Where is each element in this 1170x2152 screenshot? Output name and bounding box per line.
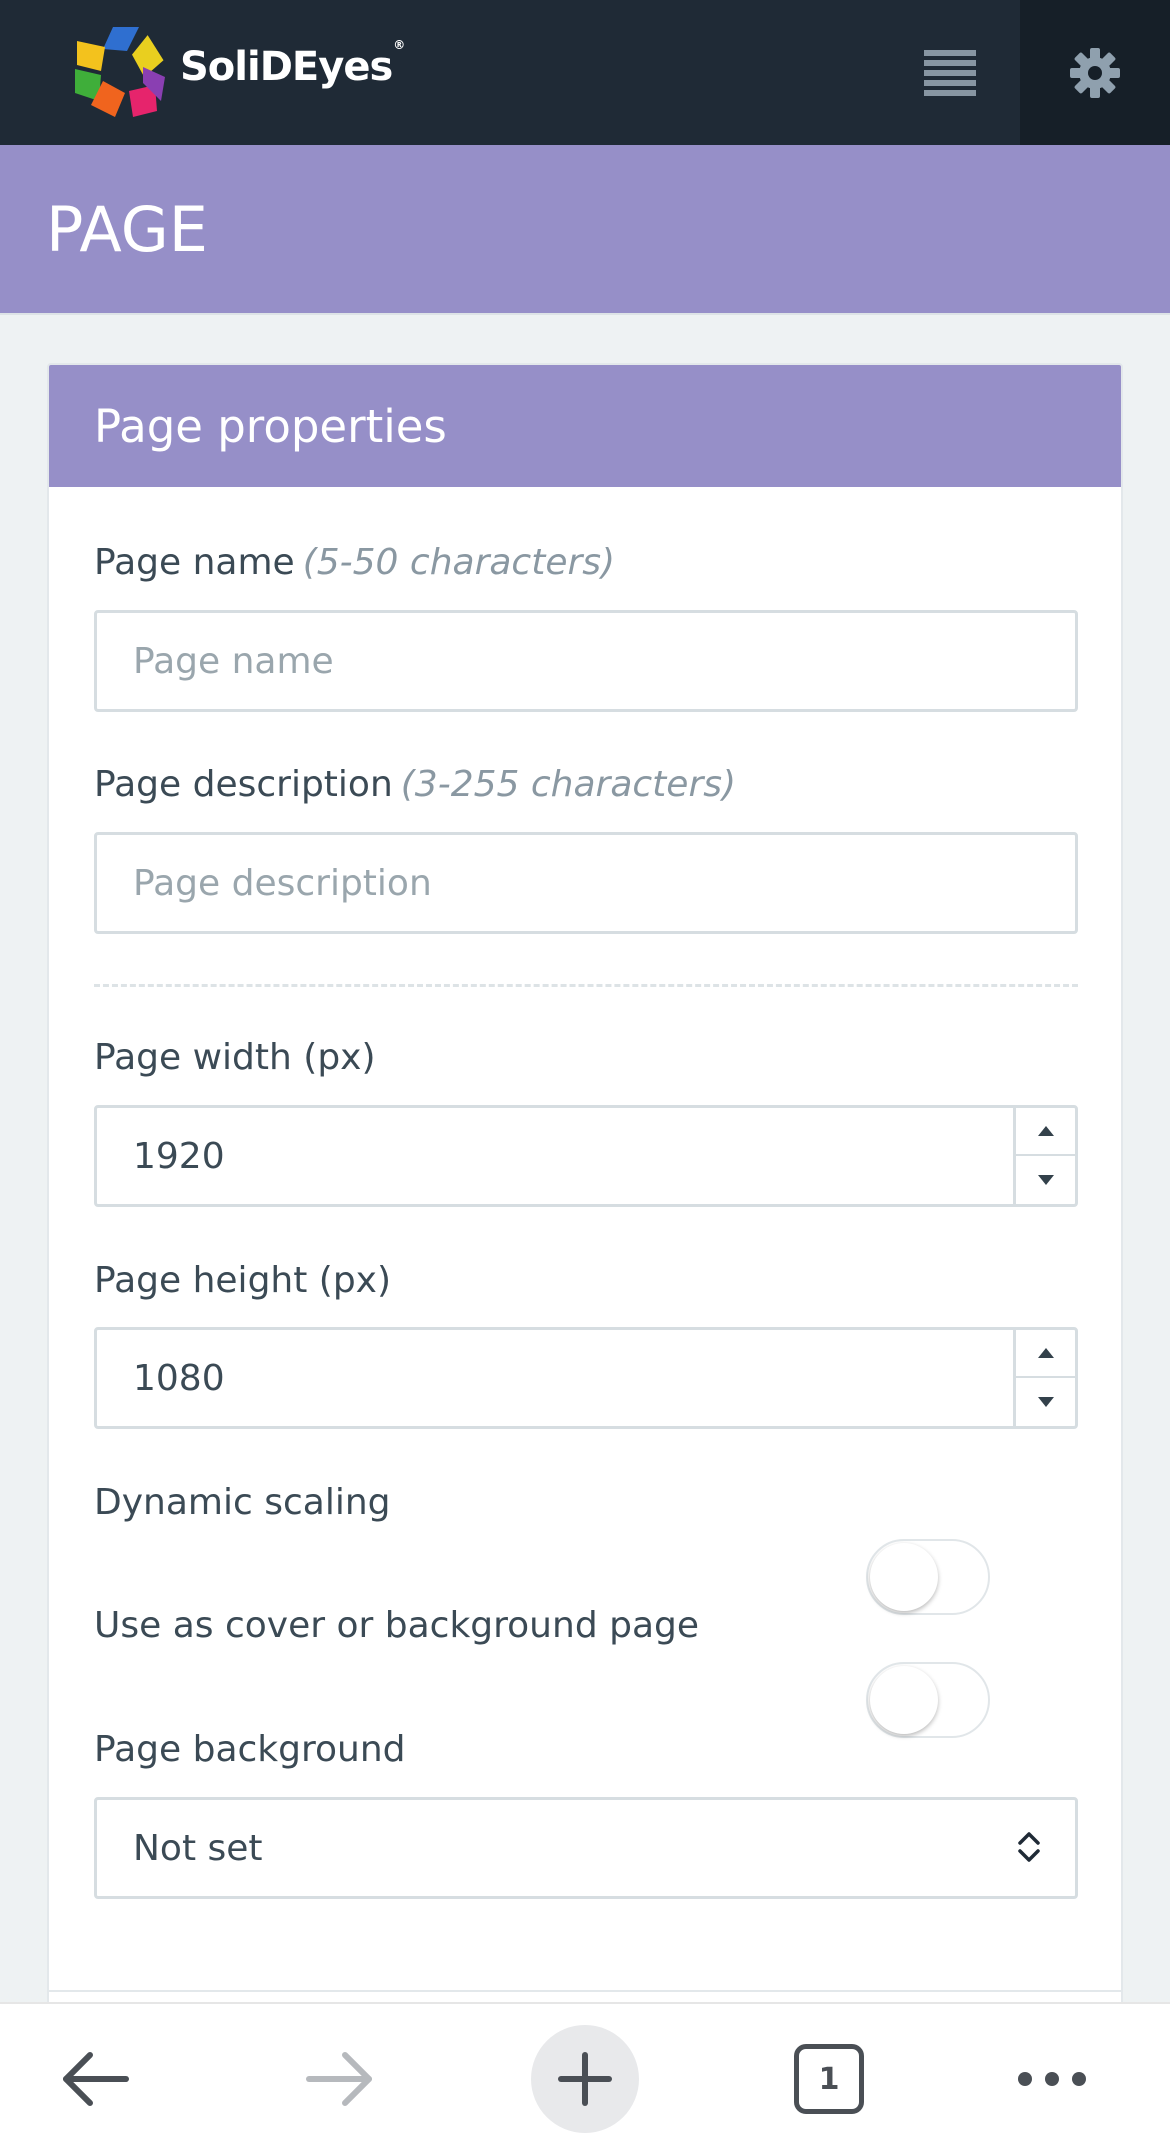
toggle-knob <box>870 1666 938 1734</box>
brand-logo[interactable]: SoliDEyes® <box>62 12 405 130</box>
page-height-spinner <box>1013 1330 1075 1426</box>
panel-title: Page properties <box>94 399 447 453</box>
list-icon <box>924 49 976 96</box>
page-width-increment[interactable] <box>1016 1108 1075 1156</box>
gear-icon <box>1070 47 1120 98</box>
page-title: PAGE <box>46 192 208 266</box>
cover-page-label: Use as cover or background page <box>94 1605 700 1646</box>
dynamic-scaling-toggle[interactable] <box>866 1539 990 1615</box>
page-background-value: Not set <box>133 1827 263 1869</box>
more-button[interactable] <box>972 2004 1132 2152</box>
page-width-decrement[interactable] <box>1016 1156 1075 1204</box>
page-width-label: Page width (px) <box>94 1037 376 1078</box>
page-height-input[interactable] <box>97 1330 1017 1426</box>
tabs-button[interactable]: 1 <box>749 2004 909 2152</box>
section-divider <box>94 984 1078 987</box>
page-name-input[interactable] <box>94 610 1078 712</box>
panel-footer-divider <box>49 1990 1121 1992</box>
page-height-label: Page height (px) <box>94 1260 392 1301</box>
dynamic-scaling-label: Dynamic scaling <box>94 1482 391 1523</box>
page-width-input[interactable] <box>97 1108 1017 1204</box>
panel-header: Page properties <box>49 365 1121 487</box>
caret-up-icon <box>1037 1126 1054 1136</box>
page-height-increment[interactable] <box>1016 1330 1075 1378</box>
page-description-hint: (3-255 characters) <box>400 764 737 805</box>
cover-page-toggle[interactable] <box>866 1662 990 1738</box>
page-width-stepper <box>94 1105 1078 1207</box>
arrow-right-icon <box>306 2052 372 2106</box>
page-header: PAGE <box>0 145 1170 313</box>
brand-name: SoliDEyes® <box>180 38 405 90</box>
forward-button[interactable] <box>260 2004 420 2152</box>
new-tab-button[interactable] <box>505 2004 665 2152</box>
menu-button[interactable] <box>880 0 1020 145</box>
page-background-select[interactable]: Not set <box>94 1797 1078 1899</box>
page-height-stepper <box>94 1327 1078 1429</box>
page-background-label: Page background <box>94 1729 406 1770</box>
plus-icon <box>558 2052 612 2106</box>
page-name-hint: (5-50 characters) <box>302 542 616 583</box>
tab-count: 1 <box>818 2061 840 2097</box>
top-navbar: SoliDEyes® <box>0 0 1170 145</box>
select-chevron-icon <box>1018 1832 1040 1862</box>
header-divider <box>0 313 1170 315</box>
page-properties-panel: Page properties Page name (5-50 character… <box>47 363 1123 2063</box>
page-description-label: Page description (3-255 characters) <box>94 764 737 805</box>
back-button[interactable] <box>15 2004 175 2152</box>
more-dots-icon <box>1018 2072 1086 2086</box>
settings-button[interactable] <box>1020 0 1170 145</box>
page-height-decrement[interactable] <box>1016 1378 1075 1426</box>
page-description-input[interactable] <box>94 832 1078 934</box>
tabs-icon: 1 <box>794 2044 864 2114</box>
page-width-spinner <box>1013 1108 1075 1204</box>
arrow-left-icon <box>63 2052 129 2106</box>
page-name-label: Page name (5-50 characters) <box>94 542 616 583</box>
caret-down-icon <box>1037 1175 1054 1185</box>
new-tab-circle <box>531 2025 639 2133</box>
caret-down-icon <box>1037 1397 1054 1407</box>
browser-toolbar: 1 <box>0 2002 1170 2152</box>
logo-mark-icon <box>75 27 165 117</box>
caret-up-icon <box>1037 1348 1054 1358</box>
toggle-knob <box>870 1543 938 1611</box>
